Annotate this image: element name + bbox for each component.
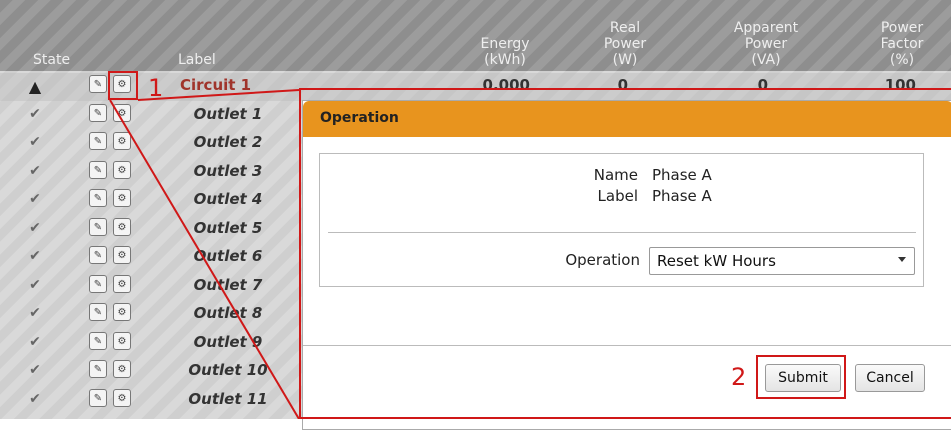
callout-lines <box>109 89 300 419</box>
